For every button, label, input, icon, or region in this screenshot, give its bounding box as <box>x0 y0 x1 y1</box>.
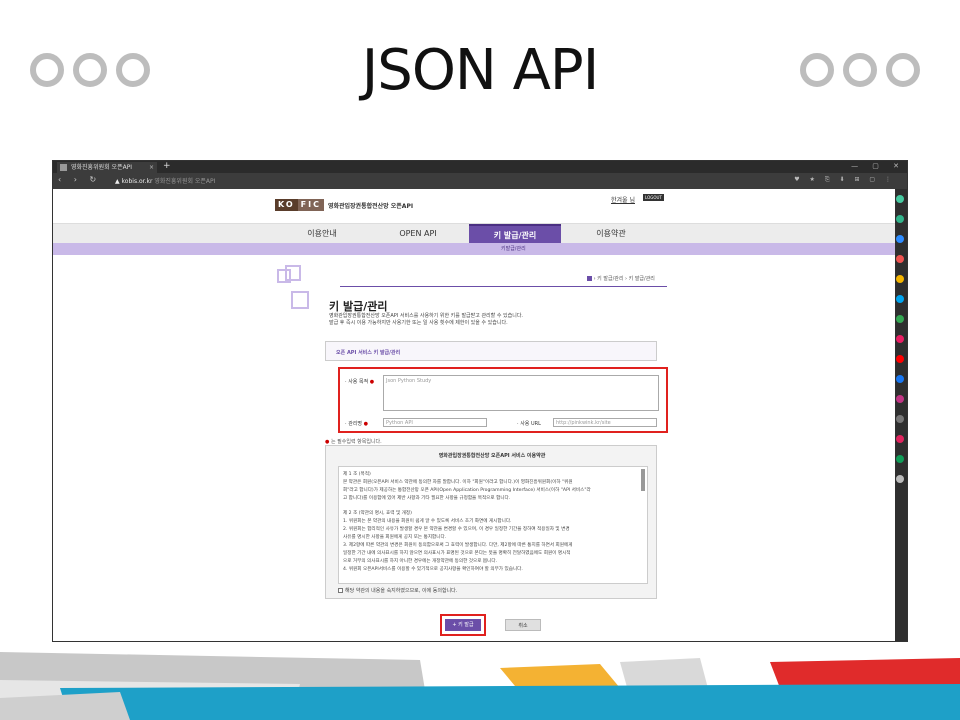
window-controls[interactable]: — ▢ ✕ <box>851 161 905 172</box>
main-nav: 이용안내 OPEN API 키 발급/관리 이용약관 <box>53 223 895 244</box>
favicon-icon <box>60 164 67 171</box>
browser-sidebar <box>893 189 907 641</box>
subnav-item-key-manage[interactable]: 키발급/관리 <box>501 245 526 252</box>
terms-line: 2. 위원회는 합리적인 사유가 발생할 경우 본 약관을 변경할 수 있으며,… <box>343 527 570 532</box>
terms-title: 영화관입장권통합전산망 오픈API 서비스 이용약관 <box>438 453 546 459</box>
cancel-button[interactable]: 취소 <box>505 619 541 631</box>
new-tab-button[interactable]: + <box>163 161 171 172</box>
sidebar-app-icon[interactable] <box>896 355 904 363</box>
sidebar-app-icon[interactable] <box>896 255 904 263</box>
url-field[interactable]: ▲ kobis.or.kr 영화진흥위원회 오픈API <box>115 176 215 185</box>
nav-buttons[interactable]: ‹ › ↻ <box>58 175 101 184</box>
terms-line: 제 2 조 (약관의 명시, 효력 및 개정) <box>343 511 412 516</box>
terms-line: 회"라고 합니다)가 제공하는 통합전산망 오픈 API(Open Applic… <box>343 488 591 493</box>
user-link[interactable]: 한겨울 님 <box>611 195 635 204</box>
sidebar-app-icon[interactable] <box>896 195 904 203</box>
terms-line: 으로 거부의 의사표시를 하지 아니한 경우에는 개정약관에 동의한 것으로 봅… <box>343 559 498 564</box>
scrollbar[interactable] <box>641 469 645 491</box>
close-icon[interactable]: × <box>149 162 154 173</box>
circle-icon <box>843 53 877 87</box>
sidebar-app-icon[interactable] <box>896 315 904 323</box>
agree-checkbox[interactable] <box>338 588 343 593</box>
browser-screenshot: 영화진흥위원회 오픈API × + — ▢ ✕ ‹ › ↻ ▲ kobis.or… <box>52 160 908 642</box>
agree-checkbox-row[interactable]: 해당 약관의 내용을 숙지하였으므로, 이에 동의합니다. <box>338 587 457 594</box>
sub-nav: 키발급/관리 <box>53 243 895 255</box>
sidebar-app-icon[interactable] <box>896 415 904 423</box>
logout-button[interactable]: LOGOUT <box>643 194 664 201</box>
extension-icons[interactable]: ♥ ★ ⎘ ⬇ ⊞ ▢ ⋮ <box>794 176 895 184</box>
issue-key-button[interactable]: + 키 발급 <box>445 619 481 631</box>
purpose-textarea[interactable]: Json Python Study <box>383 375 659 411</box>
browser-tab[interactable]: 영화진흥위원회 오픈API × <box>57 162 157 173</box>
sidebar-app-icon[interactable] <box>896 475 904 483</box>
terms-line: 4. 위원회 오픈API서비스를 이용할 수 있기적으로 공지사항을 확인하여야… <box>343 567 523 572</box>
sidebar-app-icon[interactable] <box>896 295 904 303</box>
web-page: KO FIC 영화관입장권통합전산망 오픈API 한겨울 님 LOGOUT 이용… <box>53 189 895 641</box>
decorative-square <box>291 291 309 309</box>
form-header: 오픈 API 서비스 키 발급/관리 <box>325 341 657 361</box>
nav-item-guide[interactable]: 이용안내 <box>276 224 368 244</box>
circle-icon <box>800 53 834 87</box>
sidebar-app-icon[interactable] <box>896 235 904 243</box>
page-description: 영화관입장권통합전산망 오픈API 서비스를 사용하기 위한 키를 발급받고 관… <box>329 313 524 326</box>
terms-section: 영화관입장권통합전산망 오픈API 서비스 이용약관 제 1 조 (목적) 본 … <box>325 445 657 599</box>
sidebar-app-icon[interactable] <box>896 435 904 443</box>
required-note: ● 는 필수입력 항목입니다. <box>325 439 382 445</box>
address-bar: ‹ › ↻ ▲ kobis.or.kr 영화진흥위원회 오픈API ♥ ★ ⎘ … <box>53 173 907 189</box>
nav-item-open-api[interactable]: OPEN API <box>372 224 464 244</box>
terms-line: 3. 제2항에 따른 약관의 변경은 회원이 동의함으로써 그 효력이 발생합니… <box>343 543 573 548</box>
sidebar-app-icon[interactable] <box>896 275 904 283</box>
terms-line: 본 약관은 회원(오픈API 서비스 약관에 동의한 자를 말합니다. 이하 "… <box>343 480 573 485</box>
divider <box>340 286 667 287</box>
terms-line: 고 합니다)를 이용함에 있어 제반 사항과 기타 필요한 사항을 규정함을 목… <box>343 496 511 501</box>
purpose-label: · 사용 목적 ● <box>345 379 375 385</box>
decorative-square <box>285 265 301 281</box>
home-icon[interactable] <box>587 276 592 281</box>
circle-icon <box>886 53 920 87</box>
terms-line: 제 1 조 (목적) <box>343 472 371 477</box>
breadcrumb: › 키 발급/관리 › 키 발급/관리 <box>587 275 655 282</box>
page-title: 키 발급/관리 <box>329 300 388 313</box>
sidebar-app-icon[interactable] <box>896 455 904 463</box>
nav-item-terms[interactable]: 이용약관 <box>565 224 657 244</box>
terms-line: 1. 위원회는 본 약관의 내용을 회원이 쉽게 알 수 있도록 서비스 초기 … <box>343 519 512 524</box>
terms-line: 사유를 명시한 사항을 회원에게 공지 또는 통지합니다. <box>343 535 447 540</box>
site-url-input[interactable]: http://pinkwink.kr/site <box>553 418 657 427</box>
site-logo[interactable]: KO FIC 영화관입장권통합전산망 오픈API <box>275 199 413 211</box>
nav-item-key-manage[interactable]: 키 발급/관리 <box>469 224 561 244</box>
sidebar-app-icon[interactable] <box>896 375 904 383</box>
manager-input[interactable]: Python API <box>383 418 487 427</box>
sidebar-app-icon[interactable] <box>896 335 904 343</box>
terms-line: 일정한 기간 내에 의사표시를 하지 않으면 의사표시가 표명된 것으로 본다는… <box>343 551 571 556</box>
browser-tab-bar: 영화진흥위원회 오픈API × + — ▢ ✕ <box>53 161 907 173</box>
manager-label: · 관리명 ● <box>345 421 368 427</box>
tab-title: 영화진흥위원회 오픈API <box>71 164 133 171</box>
footer-decoration <box>0 652 960 720</box>
url-label: · 사용 URL <box>517 421 541 427</box>
decorative-dots-right <box>800 53 920 87</box>
sidebar-app-icon[interactable] <box>896 215 904 223</box>
sidebar-app-icon[interactable] <box>896 395 904 403</box>
terms-scrollbox[interactable]: 제 1 조 (목적) 본 약관은 회원(오픈API 서비스 약관에 동의한 자를… <box>338 466 648 584</box>
